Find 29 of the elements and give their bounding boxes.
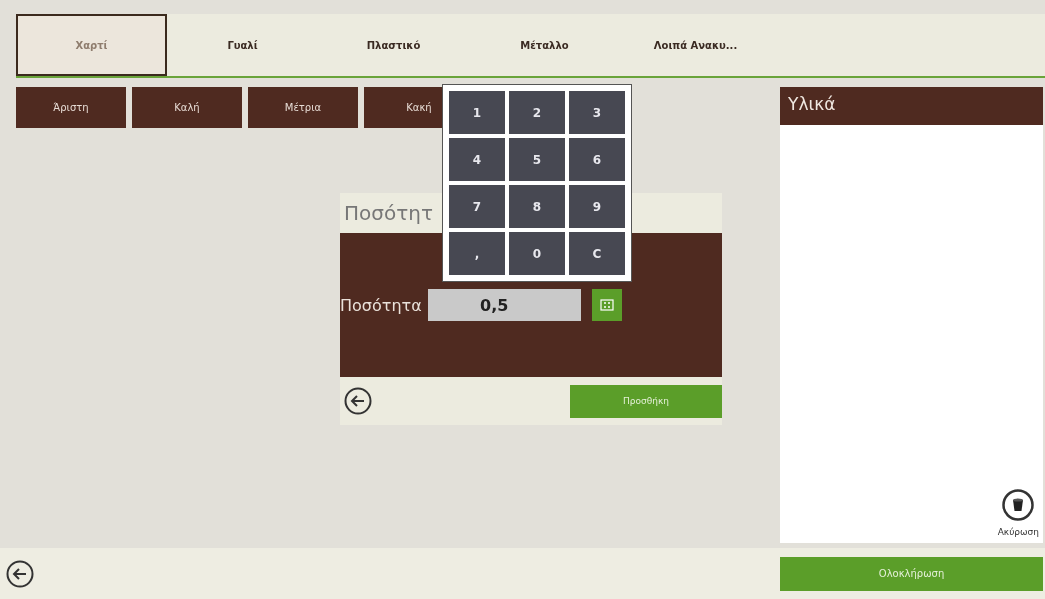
keypad-key[interactable]: 3 xyxy=(569,91,625,134)
keypad-icon xyxy=(599,299,614,311)
dialog-title: Ποσότητ xyxy=(344,201,433,225)
keypad-key[interactable]: 4 xyxy=(449,138,505,181)
keypad-key[interactable]: 5 xyxy=(509,138,565,181)
grade-button[interactable]: Καλή xyxy=(132,87,242,128)
keypad-key[interactable]: 8 xyxy=(509,185,565,228)
quantity-field[interactable]: 0,5 xyxy=(427,289,581,321)
keypad-button[interactable] xyxy=(591,289,622,321)
trash-icon[interactable] xyxy=(1002,489,1035,521)
keypad-key[interactable]: 6 xyxy=(569,138,625,181)
back-icon[interactable] xyxy=(344,387,372,415)
keypad-key[interactable]: , xyxy=(449,232,505,275)
category-tab[interactable]: Γυαλί xyxy=(167,14,318,76)
grade-button[interactable]: Άριστη xyxy=(16,87,126,128)
category-tab[interactable]: Πλαστικό xyxy=(318,14,469,76)
quantity-label: Ποσότητα xyxy=(340,295,422,315)
keypad-key[interactable]: 1 xyxy=(449,91,505,134)
cancel-label: Ακύρωση xyxy=(997,527,1039,537)
grade-button[interactable]: Μέτρια xyxy=(248,87,358,128)
category-tab[interactable]: Λοιπά Ανακυ... xyxy=(620,14,771,76)
keypad-key[interactable]: 7 xyxy=(449,185,505,228)
back-icon[interactable] xyxy=(6,559,34,588)
keypad-key[interactable]: C xyxy=(569,232,625,275)
keypad-key[interactable]: 2 xyxy=(509,91,565,134)
keypad-key[interactable]: 9 xyxy=(569,185,625,228)
panel-title: Υλικά xyxy=(780,87,1043,125)
category-tab[interactable]: Μέταλλο xyxy=(469,14,620,76)
keypad-key[interactable]: 0 xyxy=(509,232,565,275)
